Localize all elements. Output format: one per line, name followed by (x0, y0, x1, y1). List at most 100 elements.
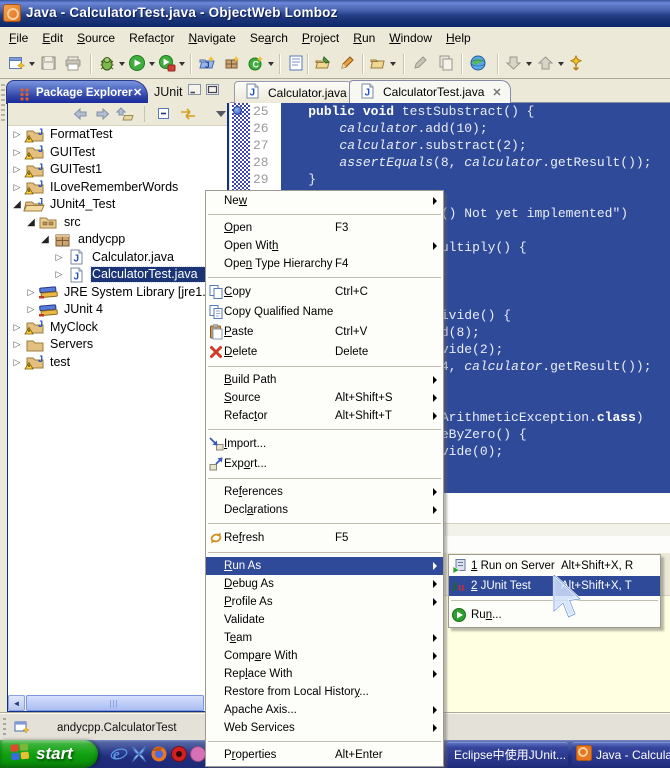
toolbar-run-icon[interactable] (128, 54, 148, 74)
link-editor-icon[interactable] (178, 106, 198, 127)
maximize-view-icon[interactable] (206, 82, 219, 99)
context-menu-item-validate[interactable]: Validate (206, 611, 443, 629)
context-menu-item-run-as[interactable]: Run As (206, 557, 443, 575)
menu-source[interactable]: Source (70, 29, 122, 48)
twistie-expanded[interactable]: ◢ (40, 234, 50, 245)
twistie-collapsed[interactable]: ▷ (12, 129, 22, 140)
toolbar-last-edit-icon[interactable] (567, 54, 587, 74)
context-menu-item-profile-as[interactable]: Profile As (206, 593, 443, 611)
close-view-icon[interactable]: ✕ (133, 86, 142, 99)
menu-run[interactable]: Run (346, 29, 382, 48)
toolbar-pencil-icon[interactable] (338, 54, 358, 74)
firefox-icon[interactable] (150, 745, 168, 763)
context-menu-item-new[interactable]: New (206, 192, 443, 210)
context-menu-item-source[interactable]: SourceAlt+Shift+S (206, 389, 443, 407)
context-menu-item-copy[interactable]: CopyCtrl+C (206, 282, 443, 302)
context-menu-item-paste[interactable]: PasteCtrl+V (206, 322, 443, 342)
context-menu-item-web-services[interactable]: Web Services (206, 719, 443, 737)
tree-item[interactable]: ◢JJUnit4_Test (8, 196, 227, 214)
tree-item[interactable]: ▷JGUITest1 (8, 161, 227, 179)
dropdown-caret[interactable] (119, 62, 125, 66)
title-bar[interactable]: Java - CalculatorTest.java - ObjectWeb L… (0, 0, 670, 27)
horizontal-scrollbar[interactable]: ◄ (8, 695, 227, 711)
tree-item[interactable]: ▷Jtest (8, 354, 227, 372)
context-menu-item-compare-with[interactable]: Compare With (206, 647, 443, 665)
taskbar-button-java-calculator[interactable]: Java - Calculato (572, 742, 670, 766)
toolbar-new-class-icon[interactable]: C (247, 54, 267, 74)
back-icon[interactable] (71, 106, 89, 127)
toolbar-new-wizard-icon[interactable] (8, 54, 28, 74)
context-menu-item-open-with[interactable]: Open With (206, 237, 443, 255)
ie-icon[interactable]: e (110, 745, 128, 763)
tab-junit[interactable]: JUnit (154, 85, 182, 99)
toolbar-new-java-project-icon[interactable]: J (198, 54, 218, 74)
toolbar-prev-annotation-icon[interactable] (537, 54, 557, 74)
taskbar-button-eclipse-junit[interactable]: Eclipse中使用JUnit... (446, 742, 568, 766)
twistie-collapsed[interactable]: ▷ (12, 339, 22, 350)
tree-item[interactable]: ▷JCalculatorTest.java (8, 266, 227, 284)
tree-item[interactable]: ▷Servers (8, 336, 227, 354)
context-menu-item-build-path[interactable]: Build Path (206, 371, 443, 389)
tree-item[interactable]: ▷JFormatTest (8, 126, 227, 144)
context-menu-item-apache-axis[interactable]: Apache Axis... (206, 701, 443, 719)
twistie-collapsed[interactable]: ▷ (12, 164, 22, 175)
up-icon[interactable] (115, 106, 135, 127)
context-menu-item-team[interactable]: Team (206, 629, 443, 647)
view-menu-icon[interactable] (214, 106, 228, 124)
menu-file[interactable]: File (2, 29, 35, 48)
tab-package-explorer[interactable]: Package Explorer ✕ (6, 80, 148, 104)
context-menu-item-restore-from-local-history[interactable]: Restore from Local History... (206, 683, 443, 701)
toolbar-print-icon[interactable] (64, 54, 84, 74)
dropdown-caret[interactable] (149, 62, 155, 66)
twistie-collapsed[interactable]: ▷ (54, 252, 64, 263)
context-menu-item-export[interactable]: Export... (206, 454, 443, 474)
dropdown-caret[interactable] (390, 62, 396, 66)
editor-tab-calculator-java[interactable]: JCalculator.java (234, 81, 356, 103)
dropdown-caret[interactable] (179, 62, 185, 66)
twistie-collapsed[interactable]: ▷ (12, 147, 22, 158)
tree-item[interactable]: ▷JILoveRememberWords (8, 179, 227, 197)
toolbar-debug-icon[interactable] (98, 54, 118, 74)
toolbar-open-folder-icon[interactable] (369, 54, 389, 74)
twistie-collapsed[interactable]: ▷ (12, 182, 22, 193)
dropdown-caret[interactable] (526, 62, 532, 66)
context-menu-item-references[interactable]: References (206, 483, 443, 501)
twistie-collapsed[interactable]: ▷ (26, 304, 36, 315)
toolbar-globe-icon[interactable] (469, 54, 489, 74)
forward-icon[interactable] (94, 106, 112, 127)
tree-item[interactable]: ▷JGUITest (8, 144, 227, 162)
toolbar-next-annotation-icon[interactable] (505, 54, 525, 74)
menu-search[interactable]: Search (243, 29, 295, 48)
dropdown-caret[interactable] (558, 62, 564, 66)
toolbar-save-icon[interactable] (40, 54, 60, 74)
dropdown-caret[interactable] (268, 62, 274, 66)
tree-item[interactable]: ◢andycpp (8, 231, 227, 249)
toolbar-folder-edit-icon[interactable] (314, 54, 334, 74)
scroll-left-arrow[interactable]: ◄ (8, 695, 25, 711)
context-menu-item-delete[interactable]: DeleteDelete (206, 342, 443, 362)
tree-item[interactable]: ▷JUnit 4 (8, 301, 227, 319)
context-menu-item-properties[interactable]: PropertiesAlt+Enter (206, 746, 443, 764)
dropdown-caret[interactable] (29, 62, 35, 66)
start-button[interactable]: start (0, 740, 98, 768)
mail-icon[interactable] (130, 745, 148, 763)
menu-help[interactable]: Help (439, 29, 478, 48)
toolbar-new-package-icon[interactable] (223, 54, 243, 74)
media-player-icon[interactable] (170, 745, 188, 763)
context-menu-item-copy-qualified-name[interactable]: Copy Qualified Name (206, 302, 443, 322)
menu-project[interactable]: Project (295, 29, 346, 48)
context-menu-item-open[interactable]: OpenF3 (206, 219, 443, 237)
toolbar-console-icon[interactable] (287, 54, 307, 74)
context-menu-item-refresh[interactable]: RefreshF5 (206, 528, 443, 548)
tree-item[interactable]: ◢src (8, 214, 227, 232)
context-menu-item-declarations[interactable]: Declarations (206, 501, 443, 519)
menu-edit[interactable]: Edit (35, 29, 70, 48)
tree-item[interactable]: ▷JCalculator.java (8, 249, 227, 267)
menu-navigate[interactable]: Navigate (181, 29, 242, 48)
scrollbar-thumb[interactable] (26, 695, 204, 711)
menu-window[interactable]: Window (382, 29, 439, 48)
toolbar-edit-gray-icon[interactable] (411, 54, 431, 74)
twistie-expanded[interactable]: ◢ (26, 217, 36, 228)
context-menu-item-import[interactable]: Import... (206, 434, 443, 454)
tree-item[interactable]: ▷JMyClock (8, 319, 227, 337)
